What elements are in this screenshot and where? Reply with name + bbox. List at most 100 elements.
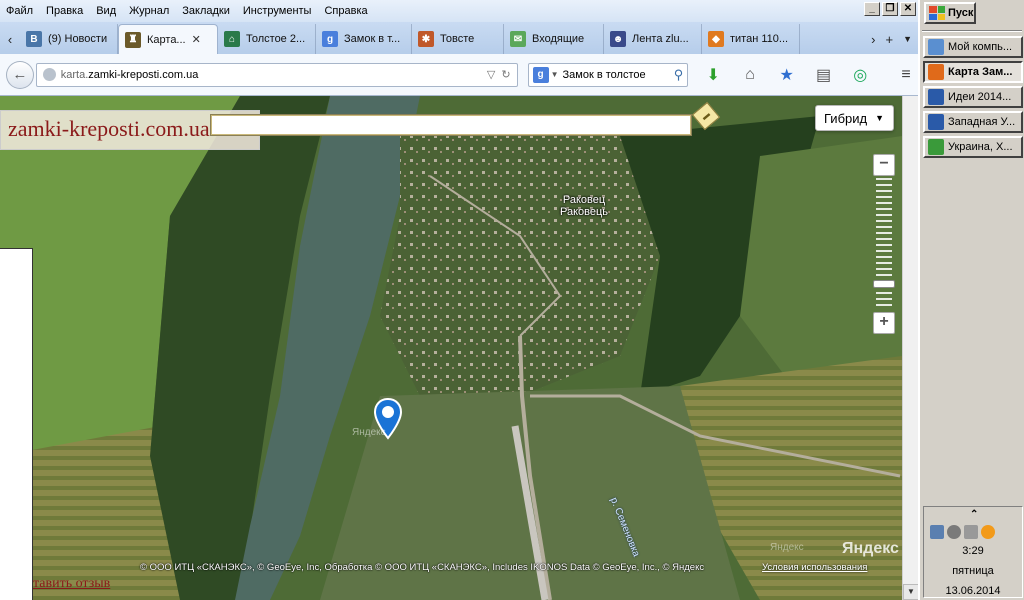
back-button[interactable]: ←	[6, 60, 34, 89]
tab-label: Замок в т...	[344, 33, 401, 45]
taskbar: Пуск Мой компь... Карта Зам... Идеи 2014..…	[918, 0, 1024, 600]
minimize-button[interactable]: _	[864, 2, 880, 16]
magnifier-icon[interactable]: ⚲	[674, 67, 684, 83]
menu-bookmarks[interactable]: Закладки	[182, 5, 230, 17]
tab-label: (9) Новости	[48, 33, 108, 45]
sync-icon[interactable]: ◎	[848, 63, 872, 87]
taskbar-item[interactable]: Карта Зам...	[923, 61, 1023, 83]
avast-icon[interactable]	[981, 525, 995, 539]
building-icon: ⌂	[224, 31, 240, 47]
taskbar-item[interactable]: Идеи 2014...	[923, 86, 1023, 108]
taskbar-item[interactable]: Мой компь...	[923, 36, 1023, 58]
menu-history[interactable]: Журнал	[129, 5, 169, 17]
mail-icon: ✉	[510, 31, 526, 47]
connection-icon[interactable]	[964, 525, 978, 539]
app-icon	[928, 39, 944, 55]
chevron-down-icon: ▼	[875, 113, 885, 123]
vertical-scrollbar[interactable]: ▼	[902, 96, 918, 600]
leave-review-link[interactable]: тавить отзыв	[33, 576, 110, 592]
scroll-down-icon[interactable]: ▼	[903, 584, 918, 600]
start-button[interactable]: Пуск	[924, 2, 976, 24]
menu-view[interactable]: Вид	[96, 5, 116, 17]
vk-icon: В	[26, 31, 42, 47]
zoom-control: − +	[873, 154, 895, 334]
terms-of-use-link[interactable]: Условия использования	[762, 562, 867, 573]
taskbar-item-label: Украина, Х...	[948, 141, 1013, 153]
tab[interactable]: ♜ Карта... ✕	[118, 24, 218, 54]
reload-icon[interactable]: ↻	[501, 68, 510, 81]
ornament-icon: ✱	[418, 31, 434, 47]
tab-bar-controls: › + ▼	[871, 24, 918, 54]
restore-button[interactable]: ❐	[882, 2, 898, 16]
new-tab-icon[interactable]: +	[885, 32, 893, 47]
search-input[interactable]	[562, 68, 663, 81]
tab[interactable]: ✉ Входящие	[504, 24, 604, 54]
tab-scroll-right-icon[interactable]: ›	[871, 32, 875, 47]
volume-icon[interactable]	[947, 525, 961, 539]
taskbar-item-label: Идеи 2014...	[948, 91, 1012, 103]
taskbar-item[interactable]: Западная У...	[923, 111, 1023, 133]
engine-dropdown-icon[interactable]: ▼	[551, 70, 559, 79]
tab-label: Товсте	[440, 33, 475, 45]
tab[interactable]: ☻ Лента zlu...	[604, 24, 702, 54]
tab[interactable]: ◆ титан 110...	[702, 24, 800, 54]
windows-logo-icon	[929, 6, 945, 20]
tab[interactable]: В (9) Новости	[20, 24, 118, 54]
tab-scroll-left-icon[interactable]: ‹	[0, 24, 20, 54]
tab-label: Карта...	[147, 33, 186, 46]
app-icon	[928, 89, 944, 105]
map-search-input[interactable]	[210, 114, 692, 136]
yandex-logo[interactable]: Яндекс	[842, 540, 899, 558]
tray-expand-icon[interactable]: ⌃	[970, 509, 978, 520]
menu-help[interactable]: Справка	[324, 5, 367, 17]
tab-list-icon[interactable]: ▼	[903, 34, 912, 44]
close-tab-icon[interactable]: ✕	[192, 33, 201, 46]
search-box: g ▼ ⚲	[527, 62, 689, 87]
zoom-in-button[interactable]: +	[873, 312, 895, 334]
google-icon: g	[322, 31, 338, 47]
download-icon[interactable]: ⬇	[701, 63, 725, 87]
tab-label: Входящие	[532, 33, 585, 45]
clock-day: пятница	[952, 565, 994, 577]
close-button[interactable]: ✕	[900, 2, 916, 16]
url-dropdown-icon[interactable]: ▽	[487, 68, 495, 81]
tab[interactable]: ✱ Товсте	[412, 24, 504, 54]
taskbar-item-label: Мой компь...	[948, 41, 1013, 53]
back-arrow-icon: ←	[12, 66, 28, 83]
taskbar-item-label: Западная У...	[948, 116, 1016, 128]
bookmark-star-icon[interactable]: ★	[775, 63, 799, 87]
app-icon	[928, 64, 944, 80]
windows-icon: ◆	[708, 31, 724, 47]
map-copyright: © ООО ИТЦ «СКАНЭКС», © GeoEye, Inc, Обра…	[140, 562, 705, 573]
place-label: Раковец Раковець	[560, 194, 609, 218]
satellite-map[interactable]	[0, 96, 902, 600]
taskbar-item-label: Карта Зам...	[948, 66, 1013, 78]
pin-watermark: Яндекс	[352, 427, 386, 438]
tab[interactable]: g Замок в т...	[316, 24, 412, 54]
menu-tools[interactable]: Инструменты	[243, 5, 312, 17]
zoom-slider-track[interactable]	[876, 178, 892, 310]
menu-file[interactable]: Файл	[6, 5, 33, 17]
menu-edit[interactable]: Правка	[46, 5, 83, 17]
navigation-bar: ← karta.zamki-kreposti.com.ua ▽ ↻ g ▼ ⚲ …	[0, 54, 918, 96]
user-icon: ☻	[610, 31, 626, 47]
clock-time: 3:29	[962, 545, 984, 557]
zoom-slider-thumb[interactable]	[873, 280, 895, 288]
map-layer-button[interactable]: Гибрид ▼	[815, 105, 894, 131]
yandex-watermark: Яндекс	[770, 542, 804, 553]
taskbar-item[interactable]: Украина, Х...	[923, 136, 1023, 158]
address-bar[interactable]: karta.zamki-kreposti.com.ua ▽ ↻	[35, 62, 518, 87]
tab-bar: ‹ В (9) Новости ♜ Карта... ✕ ⌂ Толстое 2... g За…	[0, 22, 918, 54]
tray-icons	[930, 525, 995, 539]
zoom-out-button[interactable]: −	[873, 154, 895, 176]
network-icon[interactable]	[930, 525, 944, 539]
bookmarks-list-icon[interactable]: ▤	[812, 63, 836, 87]
google-icon[interactable]: g	[532, 66, 549, 83]
tab[interactable]: ⌂ Толстое 2...	[218, 24, 316, 54]
globe-icon	[42, 68, 56, 81]
home-icon[interactable]: ⌂	[738, 63, 762, 87]
app-icon	[928, 139, 944, 155]
menu-icon[interactable]: ≡	[894, 63, 918, 87]
tab-label: Толстое 2...	[246, 33, 306, 45]
window-controls: _ ❐ ✕	[864, 2, 916, 16]
